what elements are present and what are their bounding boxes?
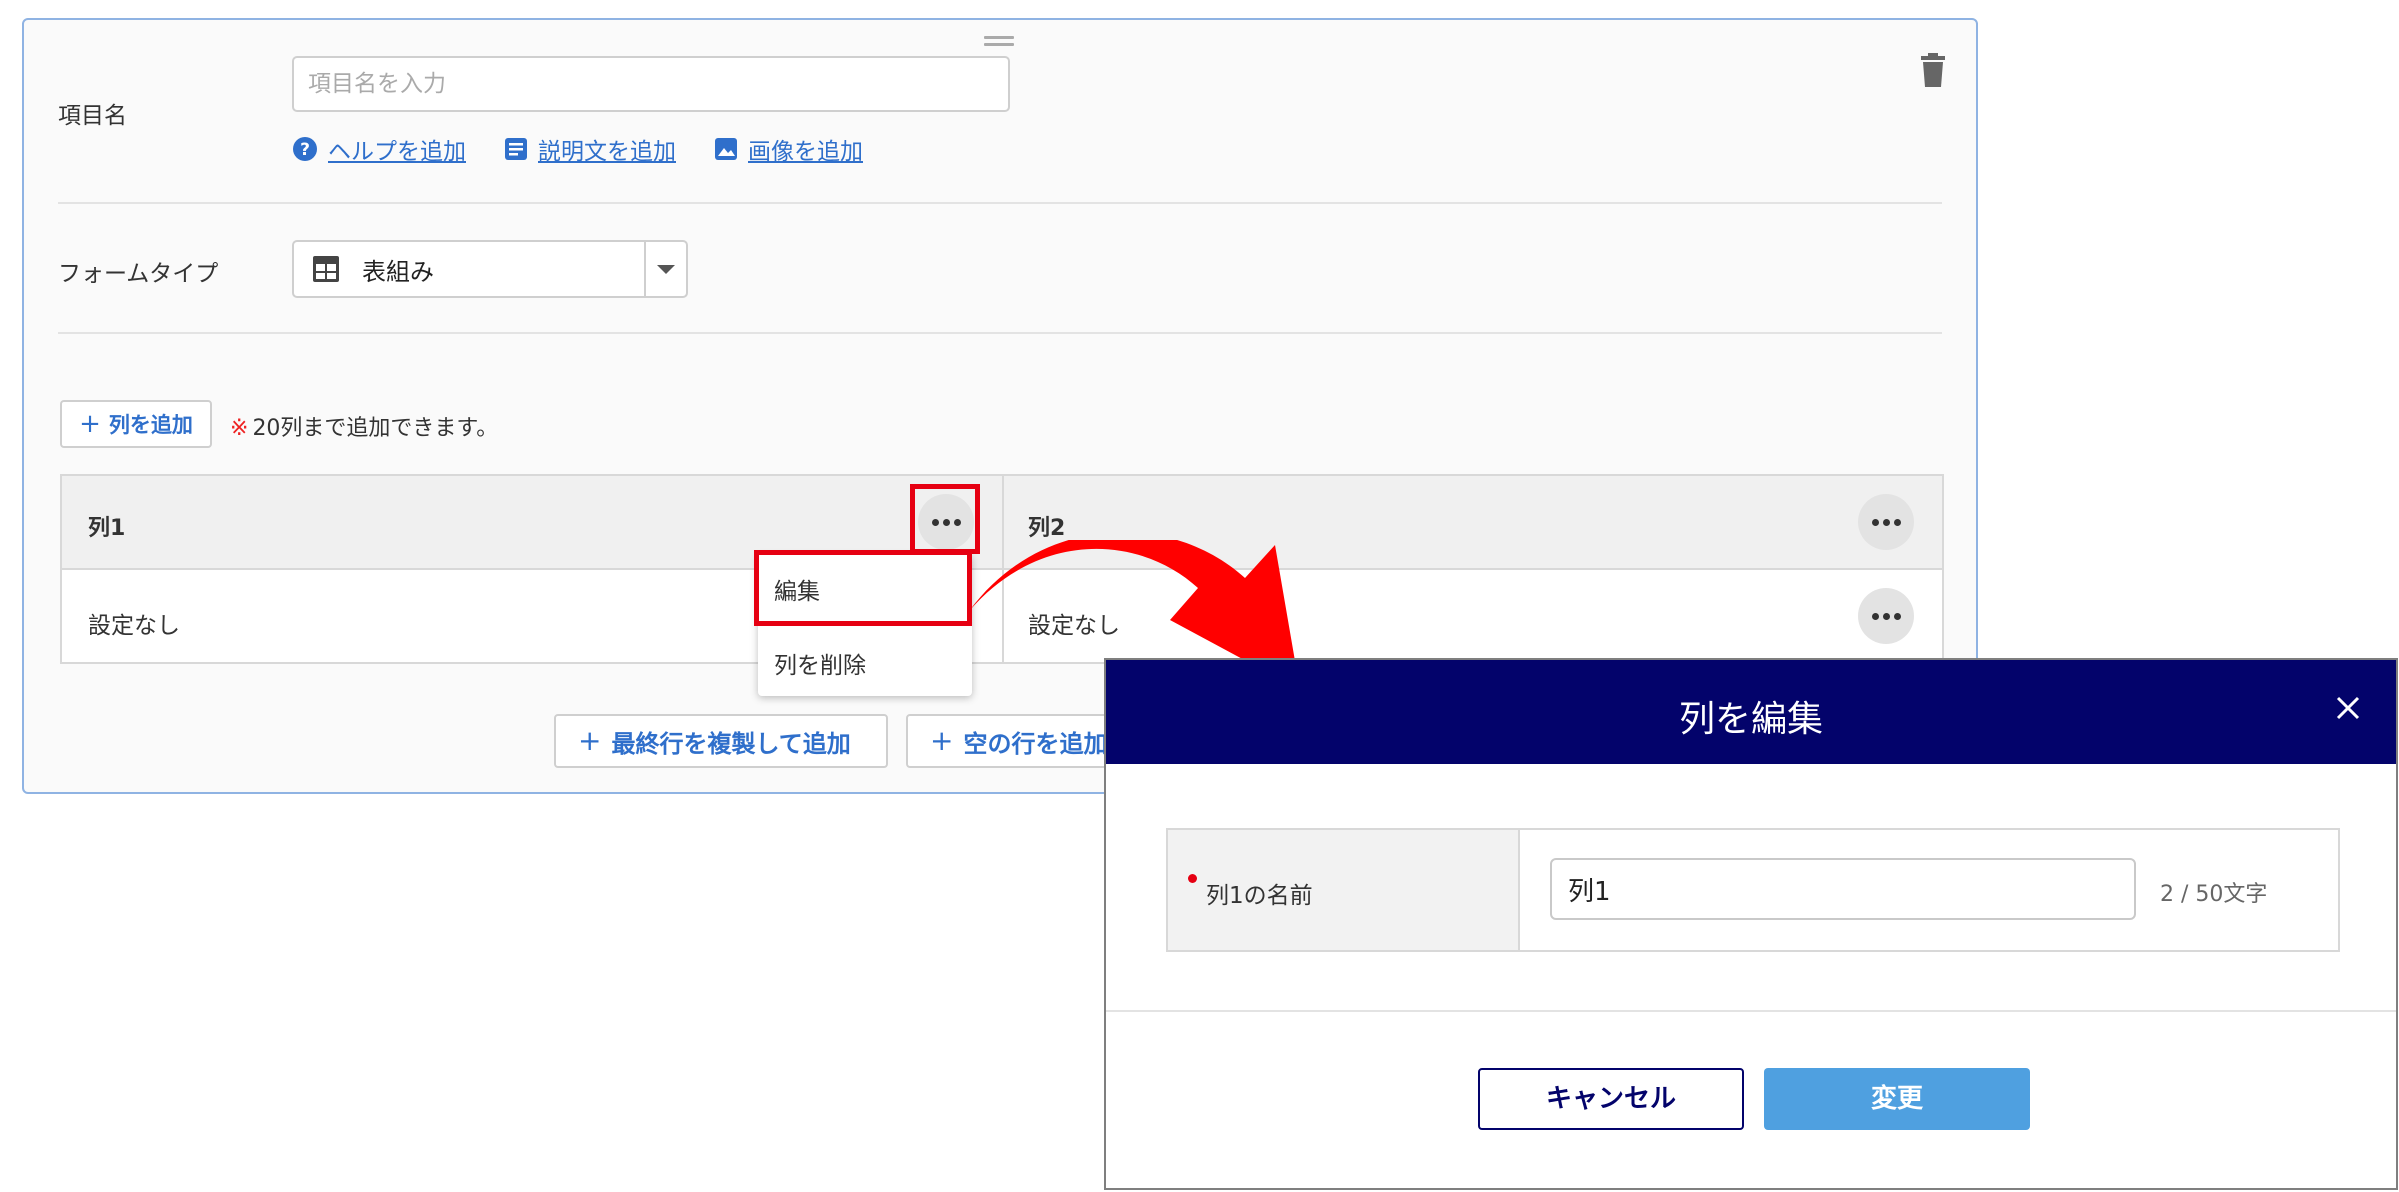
more-icon (1871, 518, 1901, 526)
column-name-input[interactable] (1550, 858, 2136, 920)
note-mark: ※ (230, 416, 249, 441)
modal-header: 列を編集 (1106, 660, 2396, 764)
add-column-label: 列を追加 (108, 413, 193, 437)
column-name-label: 列1の名前 (1206, 883, 1313, 909)
submit-button[interactable]: 変更 (1764, 1068, 2030, 1130)
plus-icon: + (578, 724, 602, 757)
menu-item-delete-column[interactable]: 列を削除 (774, 646, 866, 680)
trash-icon[interactable] (1918, 52, 1948, 88)
add-empty-row-label: 空の行を追加 (963, 729, 1108, 758)
item-name-label: 項目名 (58, 103, 127, 129)
add-copy-row-label: 最終行を複製して追加 (611, 729, 851, 758)
close-icon[interactable] (2328, 688, 2368, 728)
add-copy-row-button[interactable]: + 最終行を複製して追加 (554, 714, 888, 768)
add-image-link-label[interactable]: 画像を追加 (748, 132, 863, 166)
document-icon (505, 138, 527, 160)
column-name-label-cell: 列1の名前 (1168, 830, 1520, 950)
column-1-cell: 設定なし (88, 613, 180, 639)
table-icon (313, 256, 339, 282)
add-description-link-label[interactable]: 説明文を追加 (538, 132, 676, 166)
more-icon (1871, 612, 1901, 620)
plus-icon: + (79, 409, 101, 439)
form-type-label: フォームタイプ (58, 261, 219, 287)
column-2-more-button[interactable] (1858, 494, 1914, 550)
row-more-button[interactable] (1858, 588, 1914, 644)
modal-title: 列を編集 (1678, 699, 1823, 740)
add-image-link[interactable]: 画像を追加 (714, 132, 863, 166)
add-links-row: ? ヘルプを追加 説明文を追加 画像を追加 (292, 132, 901, 166)
help-icon: ? (293, 137, 317, 161)
add-description-link[interactable]: 説明文を追加 (504, 132, 676, 166)
cancel-button[interactable]: キャンセル (1478, 1068, 1744, 1130)
drag-handle-icon[interactable] (984, 36, 1014, 50)
note-text: 20列まで追加できます。 (252, 416, 499, 441)
column-limit-note: ※ 20列まで追加できます。 (230, 410, 498, 442)
add-help-link-label[interactable]: ヘルプを追加 (328, 132, 466, 166)
required-marker (1188, 874, 1197, 883)
form-type-value: 表組み (362, 257, 434, 286)
plus-icon: + (930, 724, 954, 757)
column-2-title: 列2 (1028, 516, 1066, 541)
edit-column-modal: 列を編集 列1の名前 2 / 50文字 キャンセル 変更 (1104, 658, 2398, 1190)
add-column-button[interactable]: + 列を追加 (60, 400, 212, 448)
image-icon (715, 138, 737, 160)
form-type-select[interactable]: 表組み (292, 240, 688, 298)
column-1-title: 列1 (88, 516, 126, 541)
divider (58, 332, 1942, 334)
character-count: 2 / 50文字 (2160, 882, 2268, 907)
svg-text:?: ? (300, 140, 310, 160)
divider (1106, 1010, 2396, 1012)
item-name-input[interactable] (292, 56, 1010, 112)
chevron-down-icon[interactable] (644, 242, 686, 296)
add-help-link[interactable]: ? ヘルプを追加 (292, 132, 466, 166)
divider (58, 202, 1942, 204)
column-name-row: 列1の名前 2 / 50文字 (1166, 828, 2340, 952)
